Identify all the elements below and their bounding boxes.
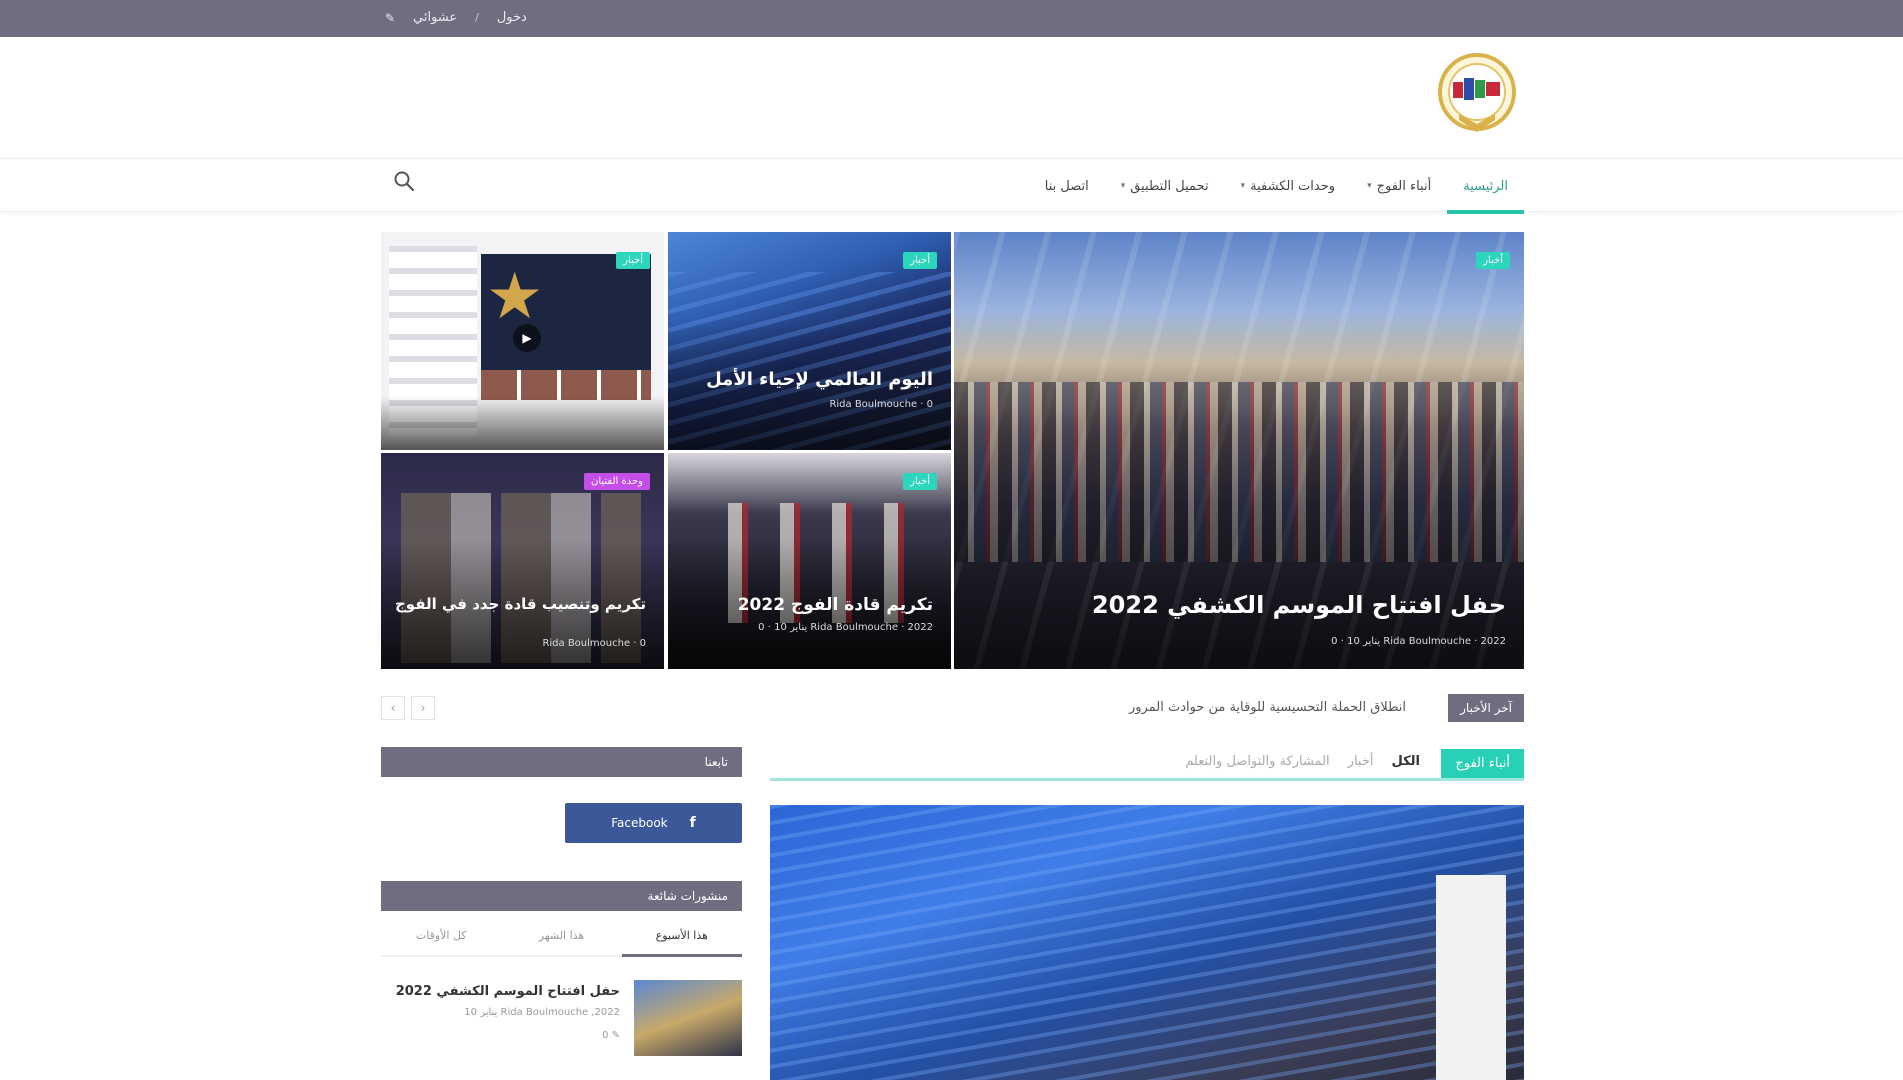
- nav-label: اتصل بنا: [1044, 178, 1089, 194]
- facebook-follow-button[interactable]: Facebook f: [565, 803, 742, 843]
- chevron-down-icon: ▾: [1240, 181, 1246, 191]
- featured-post-c[interactable]: أخبار تكريم قادة الفوج 2022 Rida Boulmou…: [668, 453, 951, 669]
- breaking-news-ticker: آخر الأخبار انطلاق الحملة التحسيسية للوق…: [381, 692, 1524, 724]
- nav-contact[interactable]: اتصل بنا: [1029, 159, 1105, 213]
- news-block-header: أنباء الفوج الكل أخبار المشاركة والتواصل…: [770, 747, 1524, 781]
- popular-widget-title: منشورات شائعة: [381, 881, 742, 911]
- nav-scout-units[interactable]: وحدات الكشفية ▾: [1225, 159, 1351, 213]
- site-logo[interactable]: [1437, 52, 1517, 140]
- post-image-detail: [1436, 875, 1506, 1080]
- tab-this-month[interactable]: هذا الشهر: [501, 921, 622, 957]
- random-link[interactable]: عشوائي: [413, 10, 457, 25]
- nav-download-app[interactable]: تحميل التطبيق ▾: [1105, 159, 1225, 213]
- comment-count[interactable]: 0 ✎: [602, 1030, 620, 1041]
- popular-period-tabs: هذا الأسبوع هذا الشهر كل الأوقات: [381, 921, 742, 957]
- post-title[interactable]: تكريم وتنصيب قادة جدد في الفوج: [395, 595, 646, 613]
- main-menu: الرئيسية أنباء الفوج ▾ وحدات الكشفية ▾ تحم…: [990, 159, 1524, 214]
- chevron-down-icon: ▾: [1120, 181, 1126, 191]
- post-meta: Rida Boulmouche · 0: [829, 399, 933, 410]
- search-icon[interactable]: [393, 170, 417, 194]
- ticker-label: آخر الأخبار: [1448, 694, 1524, 722]
- popular-post-item[interactable]: حفل افتتاح الموسم الكشفي 2022 Rida Boulm…: [381, 980, 742, 1058]
- category-badge[interactable]: وحدة الفتيان: [584, 473, 650, 490]
- login-link[interactable]: دخول: [497, 10, 527, 25]
- main-navigation-bar: الرئيسية أنباء الفوج ▾ وحدات الكشفية ▾ تحم…: [0, 158, 1903, 214]
- post-meta: Rida Boulmouche · 2022 يناير 10 · 0: [1331, 636, 1506, 647]
- block-lead-post-image[interactable]: [770, 805, 1524, 1080]
- ticker-prev-button[interactable]: ‹: [381, 696, 405, 720]
- post-meta: Rida Boulmouche ,2022 يناير 10: [464, 1007, 620, 1018]
- tab-participation[interactable]: المشاركة والتواصل والتعلم: [1185, 754, 1329, 769]
- post-meta: Rida Boulmouche · 2022 يناير 10 · 0: [758, 622, 933, 633]
- nav-label: أنباء الفوج: [1376, 178, 1432, 194]
- category-badge[interactable]: أخبار: [1476, 252, 1510, 269]
- ticker-next-button[interactable]: ›: [411, 696, 435, 720]
- follow-widget-title: تابعنا: [381, 747, 742, 777]
- tab-all[interactable]: الكل: [1391, 754, 1420, 769]
- featured-post-b[interactable]: ★ ▶ أخبار: [381, 232, 664, 450]
- featured-main-post[interactable]: أخبار حفل افتتاح الموسم الكشفي 2022 Rida…: [954, 232, 1524, 669]
- post-title[interactable]: حفل افتتاح الموسم الكشفي 2022: [396, 984, 620, 999]
- image-overlay: [954, 406, 1524, 669]
- tab-all-time[interactable]: كل الأوقات: [381, 921, 502, 957]
- tab-this-week[interactable]: هذا الأسبوع: [621, 921, 742, 957]
- nav-label: تحميل التطبيق: [1130, 178, 1209, 194]
- post-title[interactable]: تكريم قادة الفوج 2022: [738, 595, 933, 615]
- top-bar-links: دخول / عشوائي ✎: [383, 10, 527, 25]
- nav-label: الرئيسية: [1463, 178, 1508, 194]
- block-filter-tabs: الكل أخبار المشاركة والتواصل والتعلم: [1185, 754, 1420, 769]
- category-badge[interactable]: أخبار: [616, 252, 650, 269]
- play-icon[interactable]: ▶: [513, 324, 541, 352]
- facebook-label: Facebook: [611, 816, 668, 830]
- tab-news[interactable]: أخبار: [1348, 754, 1374, 769]
- category-badge[interactable]: أخبار: [903, 252, 937, 269]
- post-meta: Rida Boulmouche · 0: [542, 638, 646, 649]
- post-title[interactable]: اليوم العالمي لإحياء الأمل: [706, 369, 933, 390]
- featured-post-d[interactable]: وحدة الفتيان تكريم وتنصيب قادة جدد في ال…: [381, 453, 664, 669]
- post-title[interactable]: حفل افتتاح الموسم الكشفي 2022: [1092, 591, 1506, 619]
- category-badge[interactable]: أخبار: [903, 473, 937, 490]
- image-overlay: [381, 395, 664, 450]
- top-bar: دخول / عشوائي ✎: [0, 0, 1903, 37]
- nav-home[interactable]: الرئيسية: [1447, 159, 1524, 214]
- star-icon: ★: [486, 260, 544, 334]
- post-thumbnail[interactable]: [634, 980, 742, 1056]
- featured-posts-grid: أخبار حفل افتتاح الموسم الكشفي 2022 Rida…: [381, 232, 1524, 669]
- ticker-headline[interactable]: انطلاق الحملة التحسيسية للوقاية من حوادث…: [1129, 700, 1406, 715]
- nav-label: وحدات الكشفية: [1250, 178, 1336, 194]
- block-title[interactable]: أنباء الفوج: [1441, 749, 1524, 778]
- chevron-down-icon: ▾: [1367, 181, 1372, 191]
- shuffle-icon[interactable]: ✎: [383, 12, 395, 24]
- facebook-icon: f: [689, 815, 696, 831]
- nav-group-news[interactable]: أنباء الفوج ▾: [1351, 159, 1447, 213]
- featured-post-a[interactable]: أخبار اليوم العالمي لإحياء الأمل Rida Bo…: [668, 232, 951, 450]
- separator: /: [475, 11, 479, 24]
